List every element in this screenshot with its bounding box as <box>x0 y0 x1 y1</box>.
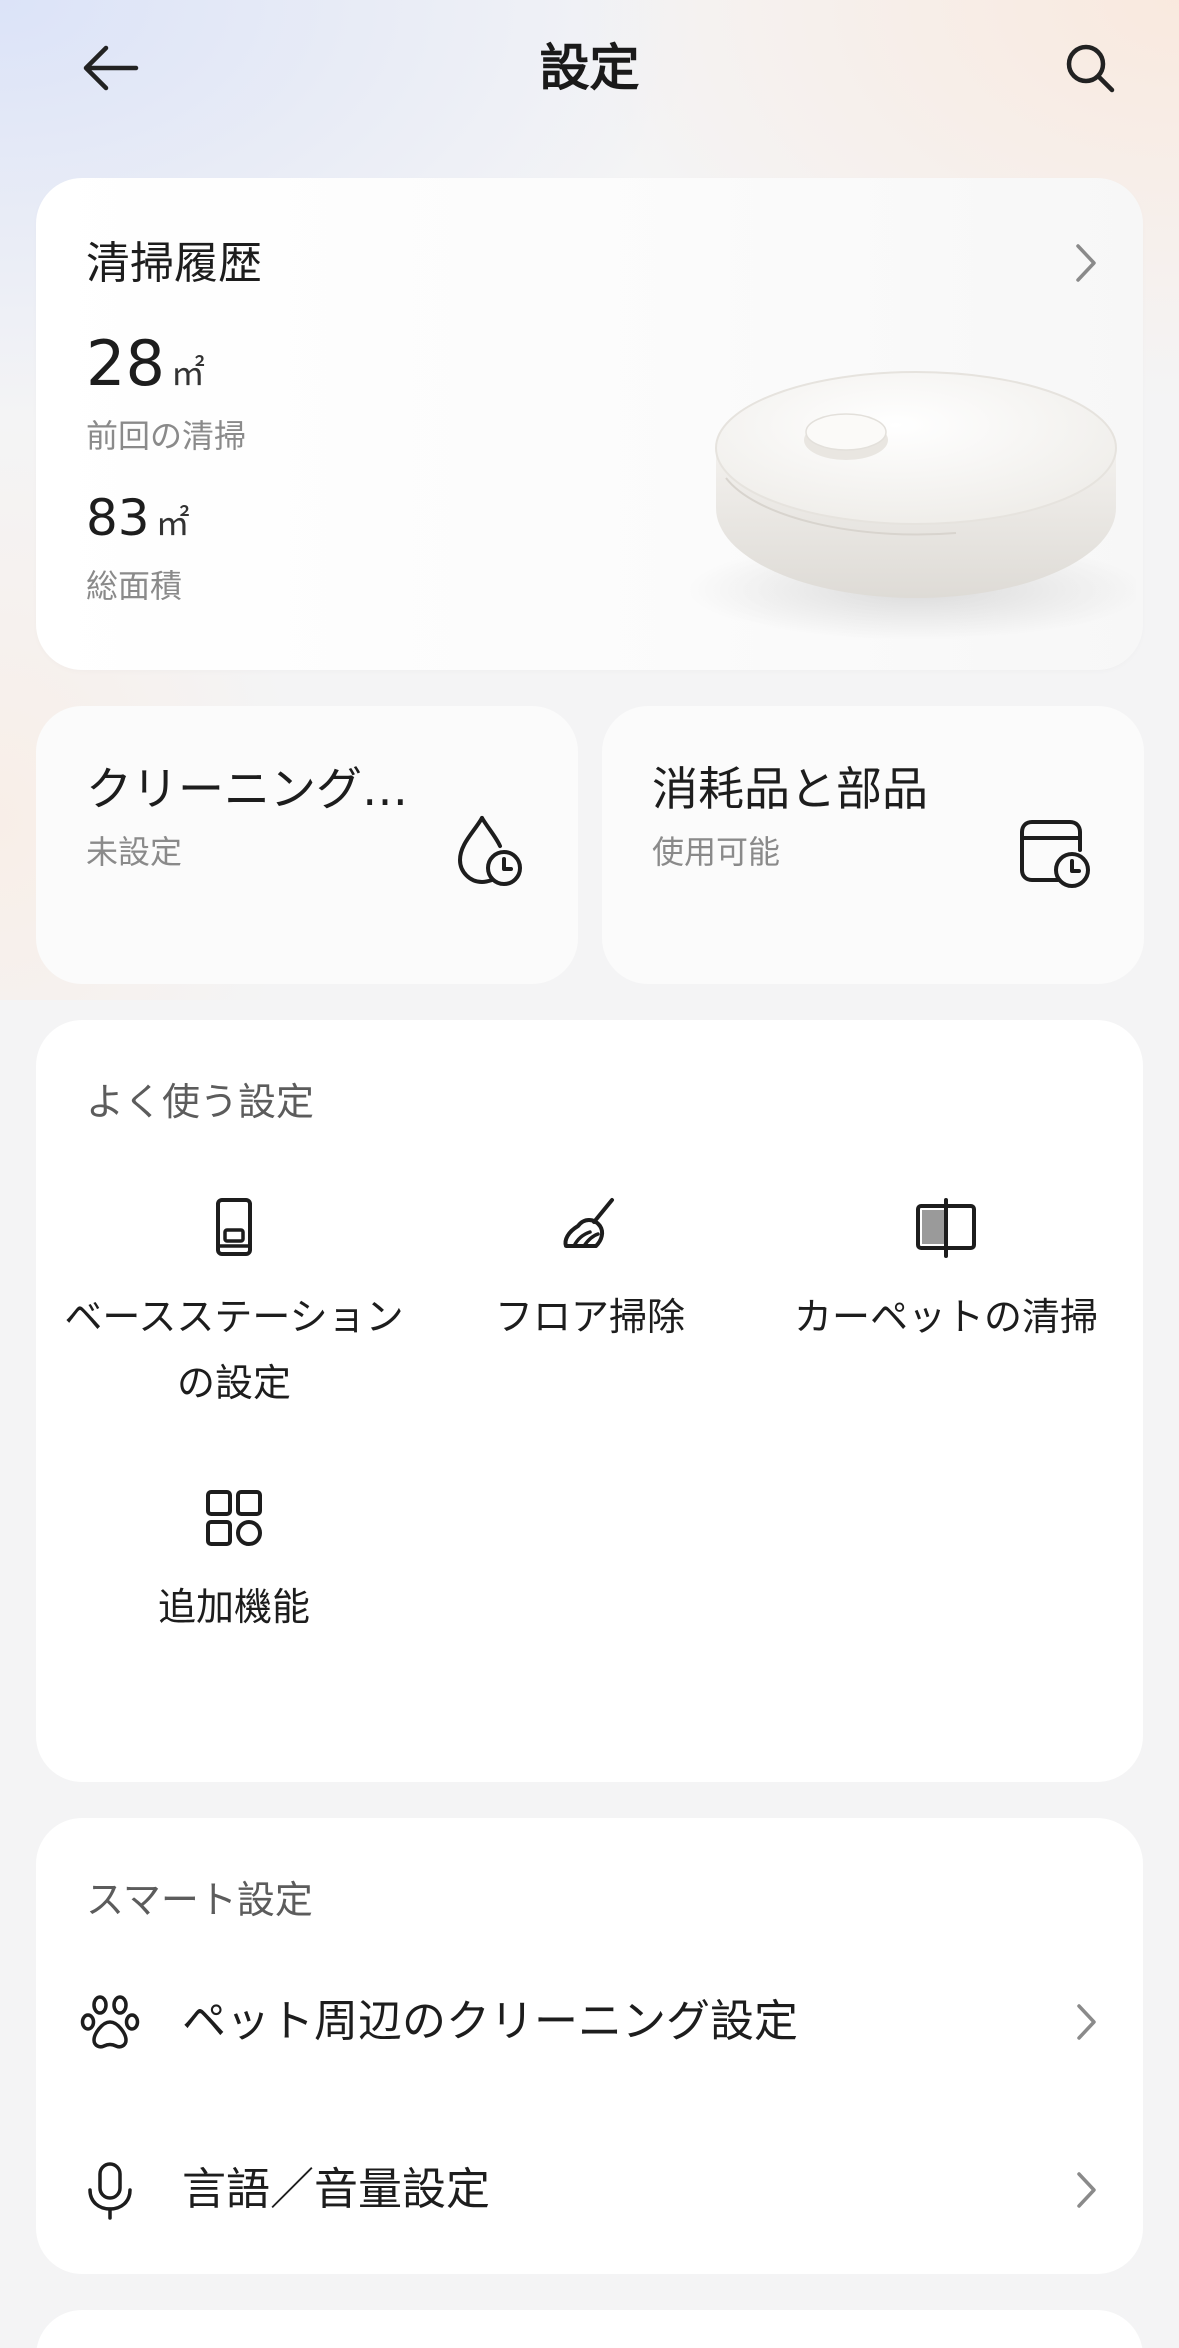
cleaning-schedule-status: 未設定 <box>86 833 183 871</box>
header: 設定 <box>0 0 1179 140</box>
microphone-icon <box>88 2162 132 2220</box>
total-area-value: 83 <box>86 489 150 547</box>
consumables-title: 消耗品と部品 <box>652 762 928 816</box>
pet-cleaning-settings-row[interactable]: ペット周辺のクリーニング設定 <box>36 1962 1143 2082</box>
frequent-settings-card: よく使う設定 ベースステーションの設定 フロア掃除 カーペットの清掃 追加機能 <box>36 1020 1143 1782</box>
floor-cleaning-item[interactable]: フロア掃除 <box>420 1196 760 1350</box>
last-cleaning-area: 28 ㎡ <box>86 326 205 412</box>
paw-icon <box>80 1995 140 2049</box>
last-cleaning-unit: ㎡ <box>170 354 205 394</box>
consumables-card[interactable]: 消耗品と部品 使用可能 <box>602 706 1144 984</box>
apps-grid-icon <box>206 1490 262 1546</box>
page-title: 設定 <box>539 39 640 97</box>
carpet-cleaning-item[interactable]: カーペットの清掃 <box>776 1196 1116 1350</box>
language-volume-settings-row[interactable]: 言語／音量設定 <box>36 2130 1143 2250</box>
total-area-unit: ㎡ <box>155 504 190 544</box>
base-station-settings-label: ベースステーションの設定 <box>64 1295 404 1405</box>
robot-vacuum-image <box>686 371 1136 640</box>
last-cleaning-label: 前回の清掃 <box>86 417 247 455</box>
smart-settings-label: スマート設定 <box>86 1878 313 1922</box>
search-button[interactable] <box>1052 30 1128 106</box>
base-station-settings-item[interactable]: ベースステーションの設定 <box>64 1196 404 1416</box>
additional-features-label: 追加機能 <box>157 1585 310 1629</box>
cleaning-schedule-card[interactable]: クリーニング… 未設定 <box>36 706 578 984</box>
frequent-settings-label: よく使う設定 <box>86 1080 315 1124</box>
smart-settings-card: スマート設定 ペット周辺のクリーニング設定 言語／音量設定 <box>36 1818 1143 2274</box>
next-settings-card <box>36 2310 1143 2348</box>
carpet-cleaning-label: カーペットの清掃 <box>793 1295 1098 1339</box>
search-icon <box>1066 44 1115 93</box>
mop-icon <box>563 1198 614 1248</box>
pet-cleaning-settings-label: ペット周辺のクリーニング設定 <box>182 1996 798 2047</box>
floor-cleaning-label: フロア掃除 <box>494 1295 685 1339</box>
carpet-icon <box>916 1198 976 1258</box>
cleaning-schedule-title: クリーニング… <box>86 762 408 816</box>
chevron-right-icon <box>1077 2172 1096 2208</box>
chevron-right-icon <box>1076 244 1096 282</box>
container-clock-icon <box>1020 820 1090 888</box>
total-area-label: 総面積 <box>86 567 183 605</box>
water-drop-clock-icon <box>457 816 522 886</box>
cleaning-history-card[interactable]: 清掃履歴 28 ㎡ 前回の清掃 83 ㎡ 総面積 <box>36 178 1143 670</box>
chevron-right-icon <box>1077 2004 1096 2040</box>
consumables-status: 使用可能 <box>652 833 781 871</box>
last-cleaning-value: 28 <box>86 327 165 400</box>
language-volume-settings-label: 言語／音量設定 <box>182 2164 490 2215</box>
total-area: 83 ㎡ <box>86 480 190 562</box>
additional-features-item[interactable]: 追加機能 <box>64 1486 404 1640</box>
history-title: 清掃履歴 <box>86 238 262 289</box>
base-station-icon <box>216 1198 252 1256</box>
